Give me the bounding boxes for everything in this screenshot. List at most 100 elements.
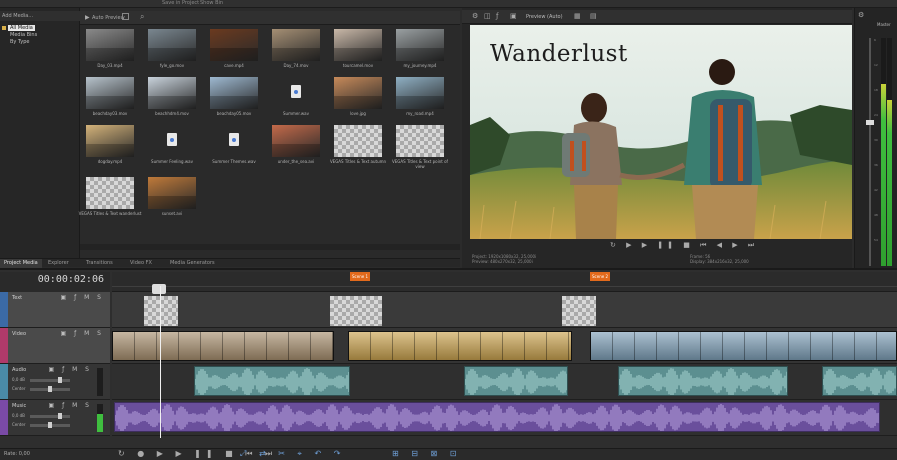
media-item-label: sunset.avi [161,211,183,216]
edit-tool-icons[interactable]: ⤢ ⇄ ✂ ⌖ ↶ ↷ [240,449,345,459]
music-volume-slider[interactable] [30,413,70,419]
title-clip[interactable] [562,296,596,326]
media-thumbnail[interactable] [210,29,258,61]
media-thumbnail[interactable] [396,29,444,61]
media-thumbnail[interactable] [148,77,196,109]
master-fader-knob[interactable] [866,120,874,125]
audio-file-thumbnail[interactable] [272,77,320,109]
meter-scale-tick: 54 [874,238,878,242]
audio-pan-slider[interactable] [30,386,70,392]
preview-transport-bar: ↻ ▶ ▶ ❚❚ ■ ⏮ ◀ ▶ ⏭ [462,240,852,252]
media-thumbnail[interactable] [334,125,382,157]
snap-tool-icons[interactable]: ⊞ ⊟ ⊠ ⊡ [392,449,461,458]
lane-music[interactable] [112,400,897,436]
track-header-music[interactable]: Music ▣ ƒ M S 0,0 dB Center [0,400,110,436]
media-scrollbar[interactable] [80,244,460,250]
media-thumbnail[interactable] [396,125,444,157]
tab-transitions[interactable]: Transitions [82,259,117,268]
track-header-video[interactable]: Video ▣ ƒ M S [0,328,110,364]
media-thumbnail[interactable] [86,77,134,109]
tree-item-all-media[interactable]: All Media [8,25,35,31]
track-controls-music[interactable]: ▣ ƒ M S [49,402,93,409]
master-label: Master [877,22,891,27]
video-clip[interactable] [590,331,897,361]
search-icon[interactable]: ⌕ [140,12,144,22]
media-thumbnail[interactable] [396,77,444,109]
playhead-line[interactable] [160,286,161,438]
timeline-ruler[interactable] [112,272,897,292]
video-frame [657,332,679,360]
tab-project-media[interactable]: Project Media [0,259,42,268]
grid-icon[interactable]: ▤ [590,12,597,20]
meter-scale-tick: 36 [874,163,878,167]
tree-item-by-type[interactable]: By Type [8,39,31,45]
media-item-label: Day_03.mp4 [97,63,123,68]
track-controls-text[interactable]: ▣ ƒ M S [61,294,105,301]
media-thumbnail[interactable] [272,29,320,61]
audio-volume-slider[interactable] [30,377,70,383]
media-item-label: beachday03.mov [92,111,128,116]
track-name-video: Video [12,331,27,337]
marker-scene-2[interactable]: Scene 2 [590,272,611,281]
overlay-icon[interactable]: ▦ [574,12,581,20]
settings-icon[interactable]: ⚙ [472,12,478,20]
media-thumbnail[interactable] [148,29,196,61]
audio-clip[interactable] [464,366,568,396]
autopreview-label[interactable]: Auto Preview [92,15,125,21]
media-item-label: cave.mp4 [224,63,244,68]
track-controls-video[interactable]: ▣ ƒ M S [61,330,105,337]
split-screen-icon[interactable]: ▣ [510,12,517,20]
master-fader-track [869,38,871,266]
preview-transport-icons[interactable]: ↻ ▶ ▶ ❚❚ ■ ⏮ ◀ ▶ ⏭ [610,241,758,250]
fx-icon[interactable]: ƒ [496,12,498,20]
music-clip[interactable] [114,402,880,432]
media-item-label: Summer.wav [283,111,309,116]
audio-clip[interactable] [194,366,350,396]
save-in-project-button[interactable]: Save in Project [162,0,199,6]
track-header-text[interactable]: Text ▣ ƒ M S [0,292,110,328]
media-thumbnail[interactable] [210,77,258,109]
view-icon[interactable] [122,13,129,20]
tree-item-media-bins[interactable]: Media Bins [8,32,39,38]
video-frame [635,332,657,360]
autopreview-icon[interactable]: ▶ [85,14,90,21]
music-pan-slider[interactable] [30,422,70,428]
master-settings-icon[interactable]: ⚙ [858,11,864,19]
title-clip[interactable] [330,296,382,326]
music-pan-label: Center [12,422,26,427]
tab-video-fx[interactable]: Video FX [126,259,156,268]
media-thumbnail[interactable] [86,29,134,61]
lane-text[interactable] [112,284,897,328]
lane-audio[interactable] [112,364,897,400]
media-thumbnail[interactable] [86,177,134,209]
video-frame [833,332,855,360]
playhead-handle[interactable] [152,284,166,294]
lane-video[interactable] [112,328,897,364]
track-header-audio[interactable]: Audio ▣ ƒ M S 0,0 dB Center [0,364,110,400]
video-frame [437,332,459,360]
media-thumbnail[interactable] [272,125,320,157]
video-frame [525,332,547,360]
video-frame [135,332,157,360]
track-controls-audio[interactable]: ▣ ƒ M S [49,366,93,373]
media-thumbnail[interactable] [86,125,134,157]
media-thumbnail[interactable] [334,77,382,109]
video-clip[interactable] [348,331,572,361]
tab-explorer[interactable]: Explorer [44,259,73,268]
folder-icon [2,26,6,30]
marker-scene-1[interactable]: Scene 1 [350,272,371,281]
preview-quality-dropdown[interactable]: Preview (Auto) [526,14,563,20]
video-clip[interactable] [112,331,334,361]
audio-clip[interactable] [618,366,788,396]
show-bin-button[interactable]: Show Bin [200,0,223,6]
audio-clip[interactable] [822,366,897,396]
tab-media-generators[interactable]: Media Generators [166,259,219,268]
media-thumbnail[interactable] [148,177,196,209]
media-thumbnail[interactable] [334,29,382,61]
properties-icon[interactable]: ◫ [484,12,491,20]
title-clip[interactable] [144,296,178,326]
audio-file-thumbnail[interactable] [210,125,258,157]
add-media-button[interactable]: Add Media... [2,13,33,19]
audio-file-thumbnail[interactable] [148,125,196,157]
master-meter-right [887,38,892,266]
